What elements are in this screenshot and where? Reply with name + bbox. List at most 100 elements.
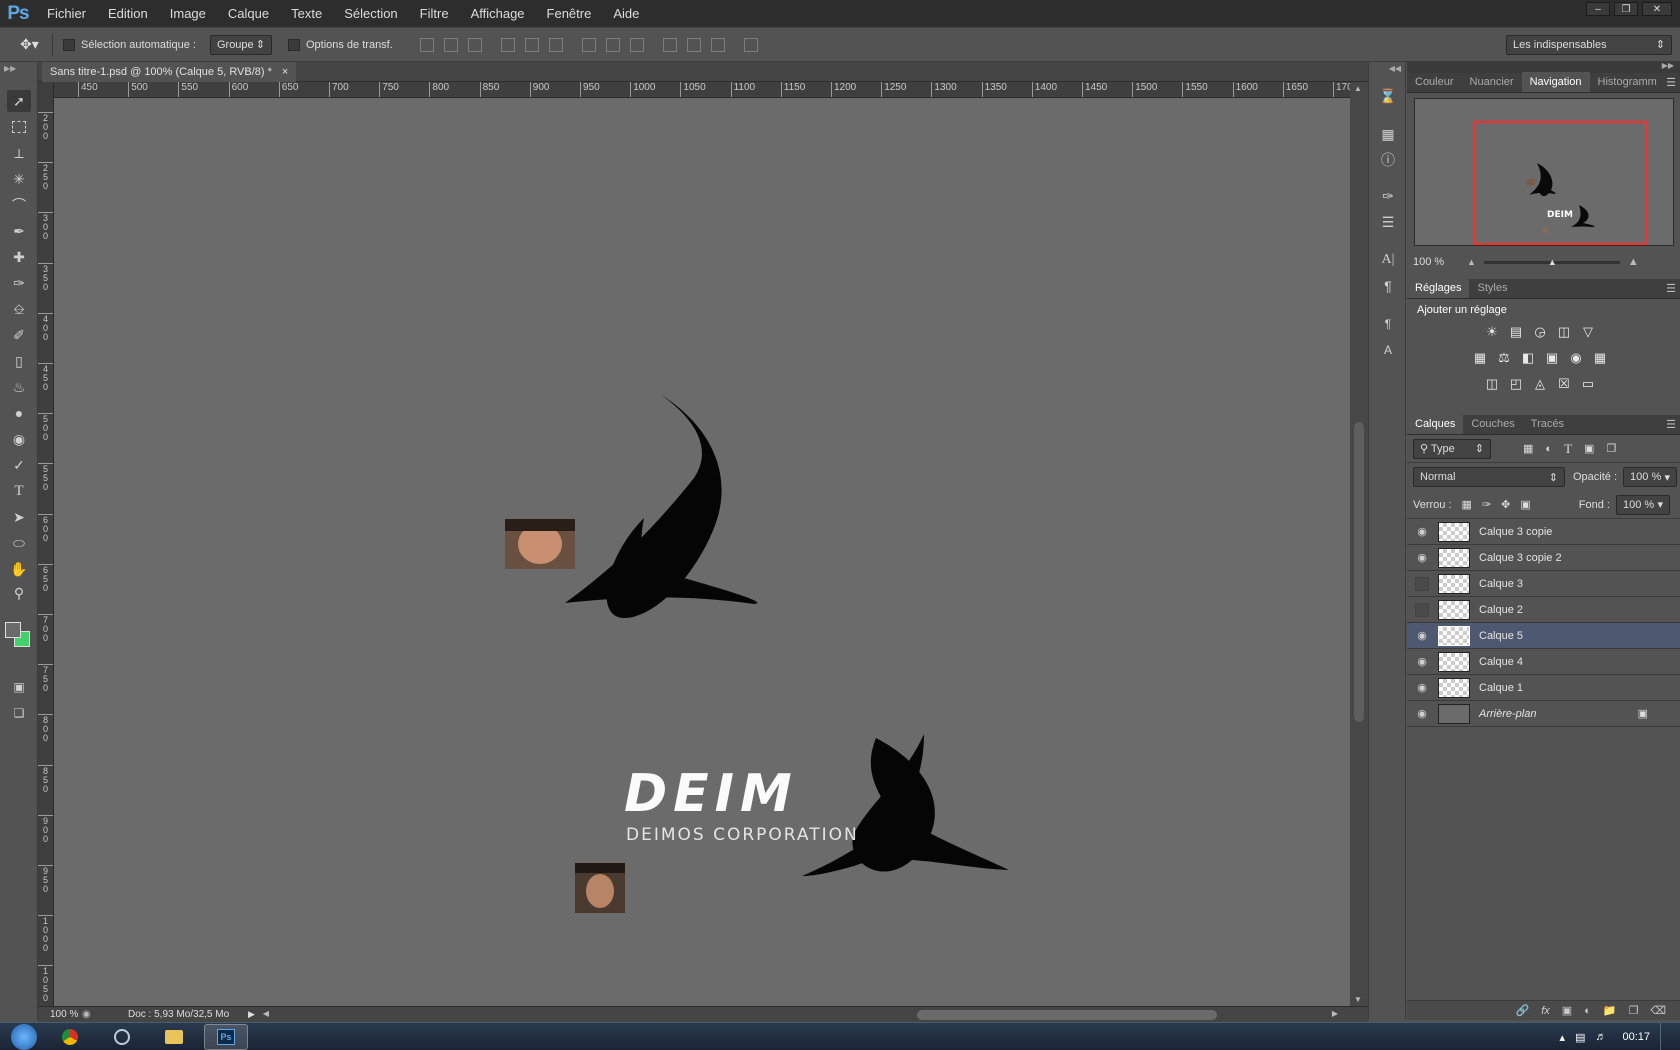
transform-controls-checkbox[interactable] (287, 38, 300, 51)
vertical-scrollbar[interactable]: ▲ ▼ (1350, 82, 1368, 1006)
character-styles-icon[interactable]: A (1378, 340, 1398, 360)
invert-icon[interactable]: ◫ (1483, 375, 1501, 393)
character-icon[interactable]: A| (1378, 250, 1398, 270)
tab-nuancier[interactable]: Nuancier (1462, 72, 1522, 92)
filter-shape-icon[interactable]: ▣ (1584, 442, 1594, 455)
move-tool-preset-icon[interactable]: ✥▾ (0, 36, 52, 53)
eraser-icon[interactable]: ▯ (7, 350, 31, 372)
layer-row[interactable]: ◉ Calque 1 (1407, 675, 1680, 701)
workspace-dropdown[interactable]: Les indispensables ⇕ (1506, 34, 1672, 55)
blur-icon[interactable]: ● (7, 402, 31, 424)
layer-row-selected[interactable]: ◉ Calque 5 (1407, 623, 1680, 649)
auto-select-checkbox[interactable] (63, 38, 75, 51)
tray-arrow-icon[interactable]: ▴ (1560, 1031, 1566, 1044)
ellipse-icon[interactable]: ⬭ (7, 532, 31, 554)
align-left-icon[interactable] (500, 37, 515, 52)
history-brush-icon[interactable]: ✐ (7, 324, 31, 346)
distribute-vcenter-icon[interactable] (605, 37, 620, 52)
align-vcenter-icon[interactable] (443, 37, 458, 52)
paragraph-icon[interactable]: ¶ (1378, 276, 1398, 296)
photo-filter-icon[interactable]: ▣ (1543, 349, 1561, 367)
taskbar-photoshop[interactable]: Ps (204, 1023, 248, 1050)
visibility-off-box[interactable] (1415, 602, 1429, 617)
new-group-icon[interactable]: 📁 (1603, 1004, 1617, 1017)
menu-calque[interactable]: Calque (217, 0, 280, 27)
minimize-icon[interactable]: – (1586, 2, 1610, 16)
collapse-panels-icon[interactable]: ▶▶ (1662, 61, 1674, 70)
horizontal-scroll-thumb[interactable] (916, 1009, 1217, 1020)
menu-selection[interactable]: Sélection (333, 0, 408, 27)
zoom-slider-handle[interactable]: ▲ (1548, 257, 1557, 267)
scroll-left-icon[interactable]: ◀ (263, 1009, 269, 1018)
distribute-bottom-icon[interactable] (629, 37, 644, 52)
delete-layer-icon[interactable]: ⌫ (1650, 1004, 1666, 1017)
brush-icon[interactable]: ✑ (7, 272, 31, 294)
scroll-up-icon[interactable]: ▲ (1354, 84, 1362, 93)
vibrance-icon[interactable]: ▽ (1579, 323, 1597, 341)
menu-fenetre[interactable]: Fenêtre (536, 0, 603, 27)
eyedropper-icon[interactable]: ✒ (7, 220, 31, 242)
auto-select-dropdown[interactable]: Groupe ⇕ (209, 34, 272, 55)
link-layers-icon[interactable]: 🔗 (1516, 1004, 1530, 1017)
screen-mode-icon[interactable]: ❏ (7, 702, 31, 724)
panel-menu-icon[interactable]: ☰ (1666, 282, 1676, 295)
brush-presets-icon[interactable]: ✑ (1378, 186, 1398, 206)
show-desktop-button[interactable] (1660, 1023, 1670, 1050)
taskbar-app[interactable] (100, 1024, 144, 1050)
levels-icon[interactable]: ▤ (1507, 323, 1525, 341)
3d-panel-icon[interactable]: ▦ (1378, 124, 1398, 144)
layer-row[interactable]: ◉ Arrière-plan ▣ (1407, 701, 1680, 727)
horizontal-scrollbar[interactable]: ◀ ▶ (255, 1007, 1368, 1023)
auto-align-icon[interactable] (743, 37, 758, 52)
visibility-eye-icon[interactable]: ◉ (1415, 707, 1429, 721)
distribute-top-icon[interactable] (581, 37, 596, 52)
network-icon[interactable]: ▤ (1575, 1031, 1585, 1044)
visibility-eye-icon[interactable]: ◉ (1415, 655, 1429, 669)
curves-icon[interactable]: ◶ (1531, 323, 1549, 341)
type-icon[interactable]: T (7, 480, 31, 502)
visibility-off-box[interactable] (1415, 576, 1429, 591)
hand-icon[interactable]: ✋ (7, 558, 31, 580)
threshold-icon[interactable]: ◬ (1531, 375, 1549, 393)
tab-reglages[interactable]: Réglages (1407, 278, 1470, 298)
lasso-icon[interactable]: ⟂ (7, 142, 31, 164)
tab-calques[interactable]: Calques (1407, 414, 1464, 434)
filter-adjust-icon[interactable]: ◐ (1545, 443, 1552, 455)
status-info-icon[interactable]: ◉ (82, 1009, 108, 1020)
gradient-map-icon[interactable]: ▭ (1579, 375, 1597, 393)
zoom-level[interactable]: 100 % (38, 1009, 82, 1020)
fx-icon[interactable]: fx (1541, 1005, 1550, 1017)
crop-icon[interactable]: ⌒ (7, 194, 31, 216)
new-layer-icon[interactable]: ❐ (1629, 1004, 1639, 1017)
magic-wand-icon[interactable]: ✳ (7, 168, 31, 190)
pen-icon[interactable]: ✓ (7, 454, 31, 476)
info-icon[interactable]: ⓘ (1378, 150, 1398, 170)
opacity-field[interactable]: 100 % ▾ (1623, 467, 1678, 487)
taskbar-chrome[interactable] (48, 1024, 92, 1050)
quick-mask-icon[interactable]: ▣ (7, 676, 31, 698)
menu-filtre[interactable]: Filtre (409, 0, 460, 27)
collapse-icon[interactable]: ▶▶ (4, 64, 16, 73)
collapse-dock-icon[interactable]: ◀◀ (1389, 64, 1401, 73)
brightness-icon[interactable]: ☀ (1483, 323, 1501, 341)
distribute-hcenter-icon[interactable] (686, 37, 701, 52)
navigator-zoom-value[interactable]: 100 % (1407, 256, 1467, 268)
navigator-thumbnail[interactable]: DEIM (1414, 98, 1674, 246)
document-tab[interactable]: Sans titre-1.psd @ 100% (Calque 5, RVB/8… (42, 62, 297, 82)
lock-pixels-icon[interactable]: ✑ (1482, 498, 1491, 511)
menu-texte[interactable]: Texte (280, 0, 333, 27)
panel-menu-icon[interactable]: ☰ (1666, 418, 1676, 431)
healing-brush-icon[interactable]: ✚ (7, 246, 31, 268)
filter-pixel-icon[interactable]: ▦ (1523, 442, 1533, 455)
zoom-icon[interactable]: ⚲ (7, 582, 31, 604)
layer-row[interactable]: Calque 3 (1407, 571, 1680, 597)
dodge-icon[interactable]: ◉ (7, 428, 31, 450)
visibility-eye-icon[interactable]: ◉ (1415, 525, 1429, 539)
visibility-eye-icon[interactable]: ◉ (1415, 681, 1429, 695)
path-select-icon[interactable]: ➤ (7, 506, 31, 528)
vertical-scroll-thumb[interactable] (1354, 422, 1364, 722)
tab-couches[interactable]: Couches (1463, 414, 1522, 434)
zoom-slider[interactable]: ▲ (1483, 257, 1620, 267)
lock-transparency-icon[interactable]: ▦ (1462, 498, 1472, 511)
add-mask-icon[interactable]: ▣ (1562, 1004, 1572, 1017)
